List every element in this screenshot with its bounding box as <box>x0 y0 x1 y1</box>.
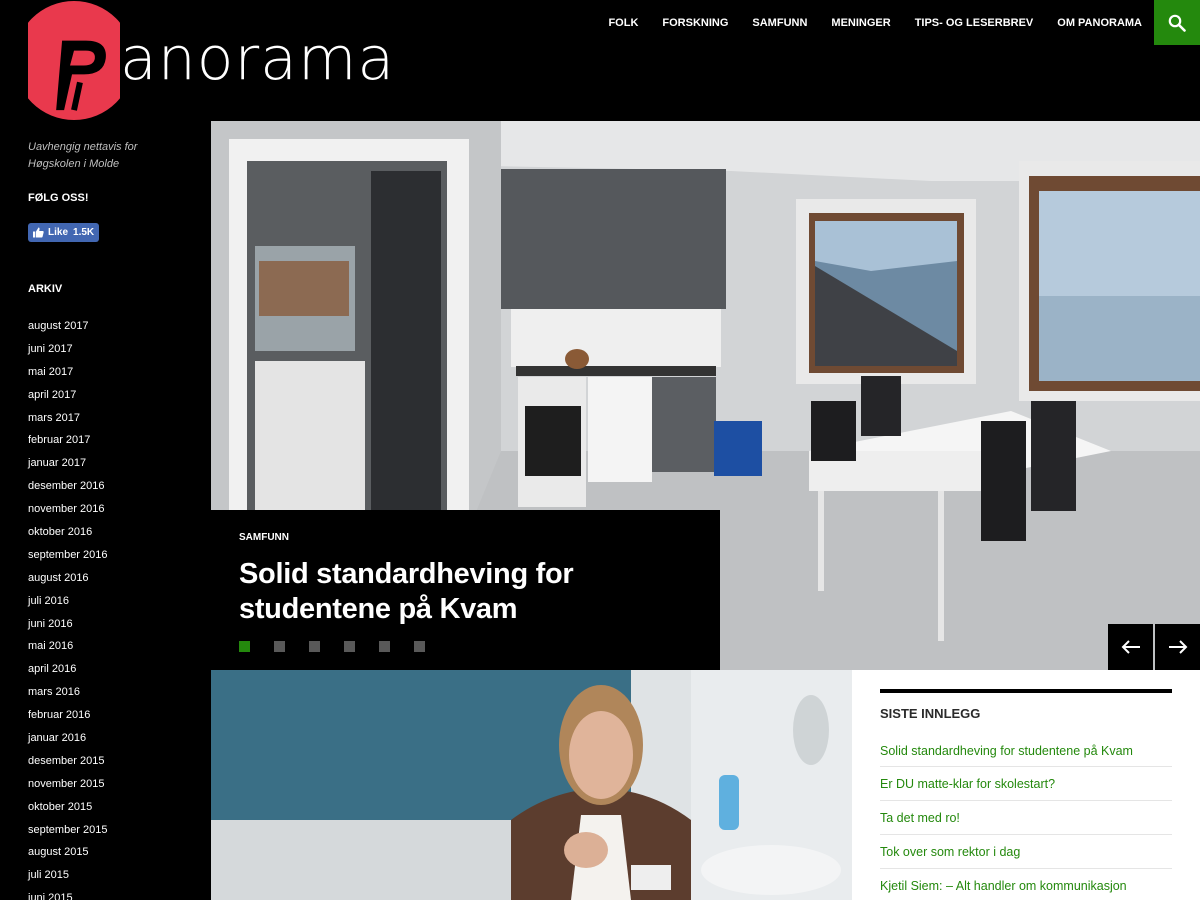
article-image <box>211 670 852 900</box>
site-logo[interactable]: anorama <box>28 0 448 121</box>
recent-post-link[interactable]: Er DU matte-klar for skolestart? <box>880 767 1172 801</box>
left-sidebar: Uavhengig nettavis for Høgskolen i Molde… <box>0 121 211 900</box>
search-button[interactable] <box>1154 0 1200 45</box>
slider-dot[interactable] <box>379 641 390 652</box>
panorama-logo-icon <box>28 0 120 120</box>
nav-item-folk[interactable]: FOLK <box>596 17 650 29</box>
recent-posts-title: SISTE INNLEGG <box>880 706 981 721</box>
search-icon <box>1168 14 1186 32</box>
site-header: anorama FOLK FORSKNING SAMFUNN MENINGER … <box>0 0 1200 121</box>
archive-link[interactable]: mars 2017 <box>28 407 211 430</box>
arrow-right-icon <box>1168 640 1187 654</box>
archive-link[interactable]: september 2015 <box>28 819 211 842</box>
facebook-like-button[interactable]: Like 1.5K <box>28 223 100 242</box>
archive-link[interactable]: september 2016 <box>28 544 211 567</box>
archive-link[interactable]: juli 2015 <box>28 864 211 887</box>
slider-pagination <box>239 641 449 652</box>
featured-category[interactable]: SAMFUNN <box>239 532 692 543</box>
thumbs-up-icon <box>33 227 44 238</box>
slider-dot[interactable] <box>309 641 320 652</box>
site-name: anorama <box>120 23 396 94</box>
slider-next-button[interactable] <box>1155 624 1200 670</box>
archive-link[interactable]: juli 2016 <box>28 590 211 613</box>
main-nav: FOLK FORSKNING SAMFUNN MENINGER TIPS- OG… <box>596 0 1154 45</box>
recent-post-link[interactable]: Kjetil Siem: – Alt handler om kommunikas… <box>880 869 1172 900</box>
archive-link[interactable]: mai 2016 <box>28 635 211 658</box>
recent-post-link[interactable]: Tok over som rektor i dag <box>880 835 1172 869</box>
archive-link[interactable]: november 2016 <box>28 498 211 521</box>
archive-link[interactable]: februar 2016 <box>28 704 211 727</box>
widget-divider <box>880 689 1172 693</box>
article-thumbnail[interactable] <box>211 670 852 900</box>
featured-caption: SAMFUNN Solid standardheving for student… <box>211 510 720 670</box>
slider-arrows <box>1106 624 1200 670</box>
archive-link[interactable]: august 2017 <box>28 315 211 338</box>
archive-link[interactable]: august 2015 <box>28 841 211 864</box>
archive-link[interactable]: november 2015 <box>28 773 211 796</box>
archive-link[interactable]: juni 2016 <box>28 613 211 636</box>
nav-item-om-panorama[interactable]: OM PANORAMA <box>1045 17 1154 29</box>
recent-post-link[interactable]: Ta det med ro! <box>880 801 1172 835</box>
recent-post-link[interactable]: Solid standardheving for studentene på K… <box>880 741 1172 767</box>
archive-link[interactable]: desember 2016 <box>28 475 211 498</box>
archive-link[interactable]: mars 2016 <box>28 681 211 704</box>
nav-item-tips-og-leserbrev[interactable]: TIPS- OG LESERBREV <box>903 17 1046 29</box>
slider-dot[interactable] <box>239 641 250 652</box>
fb-like-count: 1.5K <box>73 227 95 238</box>
slider-prev-button[interactable] <box>1108 624 1153 670</box>
archive-link[interactable]: januar 2017 <box>28 452 211 475</box>
archive-link[interactable]: januar 2016 <box>28 727 211 750</box>
featured-slider: SAMFUNN Solid standardheving for student… <box>211 121 1200 670</box>
archive-link[interactable]: august 2016 <box>28 567 211 590</box>
archive-link[interactable]: mai 2017 <box>28 361 211 384</box>
archive-link[interactable]: april 2017 <box>28 384 211 407</box>
featured-title[interactable]: Solid standardheving for studentene på K… <box>239 557 692 627</box>
slider-dot[interactable] <box>344 641 355 652</box>
archive-list: august 2017 juni 2017 mai 2017 april 201… <box>28 315 211 900</box>
nav-item-samfunn[interactable]: SAMFUNN <box>740 17 819 29</box>
recent-posts-list: Solid standardheving for studentene på K… <box>880 741 1172 900</box>
archive-link[interactable]: juni 2017 <box>28 338 211 361</box>
nav-item-meninger[interactable]: MENINGER <box>819 17 902 29</box>
follow-title: FØLG OSS! <box>28 192 89 204</box>
site-tagline: Uavhengig nettavis for Høgskolen i Molde <box>28 141 138 170</box>
archive-link[interactable]: oktober 2015 <box>28 796 211 819</box>
archive-link[interactable]: februar 2017 <box>28 429 211 452</box>
nav-item-forskning[interactable]: FORSKNING <box>650 17 740 29</box>
slider-dot[interactable] <box>274 641 285 652</box>
archive-link[interactable]: desember 2015 <box>28 750 211 773</box>
archive-link[interactable]: juni 2015 <box>28 887 211 900</box>
slider-dot[interactable] <box>414 641 425 652</box>
fb-like-label: Like <box>48 227 69 238</box>
arrow-left-icon <box>1121 640 1140 654</box>
archive-link[interactable]: oktober 2016 <box>28 521 211 544</box>
archive-title: ARKIV <box>28 283 63 295</box>
right-sidebar: SISTE INNLEGG Solid standardheving for s… <box>852 670 1200 900</box>
archive-link[interactable]: april 2016 <box>28 658 211 681</box>
